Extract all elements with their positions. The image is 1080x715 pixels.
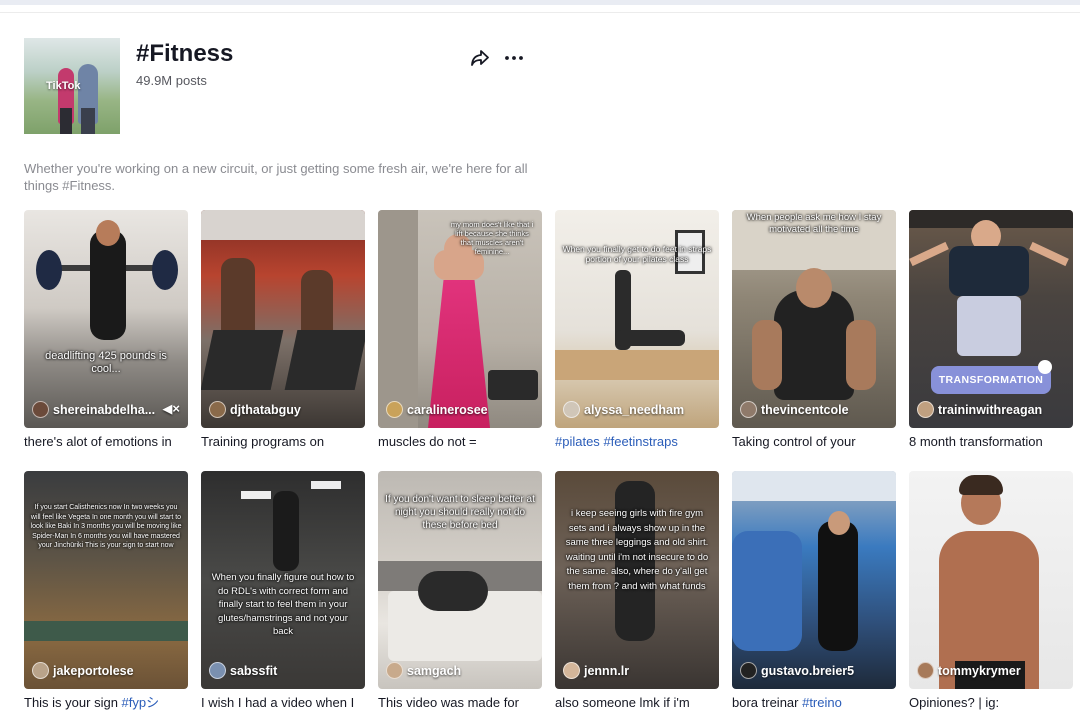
video-thumbnail[interactable]: TRANSFORMATION traininwithreagan [909,210,1073,428]
share-button[interactable] [468,46,492,70]
hashtag-link[interactable]: #treino [802,695,842,710]
video-overlay-text: i keep seeing girls with fire gym sets a… [565,508,709,592]
video-caption: muscles do not = [378,434,477,449]
video-caption: also someone lmk if i'm [555,695,690,710]
page-title: #Fitness [136,40,234,67]
video-card[interactable]: If you don't want to sleep better at nig… [378,471,542,711]
video-card[interactable]: gustavo.breier5 bora treinar #treino [732,471,896,711]
video-caption: Taking control of your [732,434,856,449]
video-thumbnail[interactable]: tommykrymer [909,471,1073,689]
post-count: 49.9M posts [136,73,207,88]
top-bar [0,0,1080,5]
top-divider [0,12,1080,13]
video-card[interactable]: When you finally get to do feet in strap… [555,210,719,450]
avatar [563,401,580,418]
video-caption: bora treinar #treino [732,695,842,710]
avatar [209,401,226,418]
avatar [740,401,757,418]
avatar [209,662,226,679]
video-overlay-text: deadlifting 425 pounds is cool... [45,350,167,375]
hashtag-link[interactable]: #pilates [555,434,600,449]
video-author: jakeportolese [32,662,134,679]
video-author: tommykrymer [917,662,1021,679]
avatar [32,401,49,418]
avatar [386,401,403,418]
video-overlay-text: When people ask me how I stay motivated … [746,212,882,235]
video-thumbnail[interactable]: gustavo.breier5 [732,471,896,689]
hashtag-link[interactable]: #feetinstraps [603,434,677,449]
video-caption: I wish I had a video when I [201,695,355,710]
video-author: thevincentcole [740,401,849,418]
avatar [386,662,403,679]
video-author: gustavo.breier5 [740,662,854,679]
tag-description: Whether you're working on a new circuit,… [24,161,528,193]
video-thumbnail[interactable]: When you finally get to do feet in strap… [555,210,719,428]
video-card[interactable]: i keep seeing girls with fire gym sets a… [555,471,719,711]
video-caption: #pilates #feetinstraps [555,434,719,450]
avatar [32,662,49,679]
video-caption: This is your sign #fypシ [24,695,160,710]
video-thumbnail[interactable]: If you don't want to sleep better at nig… [378,471,542,689]
avatar [563,662,580,679]
video-author: alyssa_needham [563,401,684,418]
video-card[interactable]: When you finally figure out how to do RD… [201,471,365,711]
video-author: traininwithreagan [917,401,1042,418]
video-overlay-text: When you finally figure out how to do RD… [211,572,355,637]
tiktok-badge-icon [1038,360,1052,374]
mute-icon[interactable]: ◀× [162,401,180,417]
avatar [917,401,934,418]
video-thumbnail[interactable]: If you start Calisthenics now In two wee… [24,471,188,689]
video-author: caralinerosee [386,401,488,418]
video-thumbnail[interactable]: djthatabguy [201,210,365,428]
video-author: jennn.lr [563,662,629,679]
video-author: sabssfit [209,662,277,679]
video-caption: 8 month transformation [909,434,1043,449]
avatar [917,662,934,679]
video-thumbnail[interactable]: When you finally figure out how to do RD… [201,471,365,689]
more-icon [505,56,523,60]
video-card[interactable]: When people ask me how I stay motivated … [732,210,896,450]
tag-header: TikTok #Fitness 49.9M posts [24,38,544,138]
video-thumbnail[interactable]: i keep seeing girls with fire gym sets a… [555,471,719,689]
video-thumbnail[interactable]: When people ask me how I stay motivated … [732,210,896,428]
video-overlay-text: If you don't want to sleep better at nig… [385,494,535,531]
video-caption: Training programs on [201,434,325,449]
share-icon [471,50,489,66]
video-caption: there's alot of emotions in [24,434,172,449]
video-caption: Opiniones? | ig: [909,695,1000,710]
video-caption: This video was made for [378,695,519,710]
video-thumbnail[interactable]: my mom does't like that i lift because s… [378,210,542,428]
video-overlay-text: my mom does't like that i lift because s… [450,220,534,256]
more-options-button[interactable] [502,46,526,70]
video-card[interactable]: TRANSFORMATION traininwithreagan 8 month… [909,210,1073,450]
hashtag-link[interactable]: #fypシ [122,695,160,710]
video-thumbnail[interactable]: deadlifting 425 pounds is cool... sherei… [24,210,188,428]
video-card[interactable]: djthatabguy Training programs on [201,210,365,450]
video-card[interactable]: tommykrymer Opiniones? | ig: [909,471,1073,711]
avatar [740,662,757,679]
transformation-badge: TRANSFORMATION [931,366,1051,394]
video-card[interactable]: deadlifting 425 pounds is cool... sherei… [24,210,188,450]
cover-watermark: TikTok [46,80,81,92]
video-card[interactable]: my mom does't like that i lift because s… [378,210,542,450]
video-author: shereinabdelha... [32,401,155,418]
video-author: djthatabguy [209,401,301,418]
video-overlay-text: When you finally get to do feet in strap… [562,244,712,264]
video-card[interactable]: If you start Calisthenics now In two wee… [24,471,188,711]
video-author: samgach [386,662,461,679]
tag-cover-image: TikTok [24,38,120,134]
video-overlay-text: If you start Calisthenics now In two wee… [30,504,182,549]
